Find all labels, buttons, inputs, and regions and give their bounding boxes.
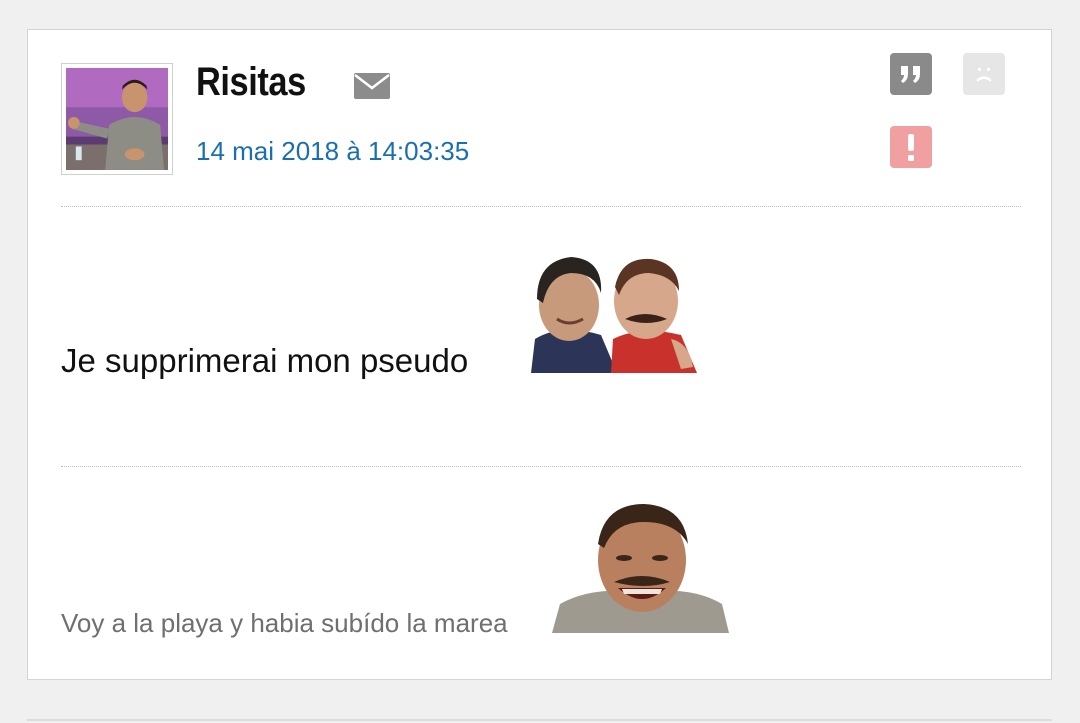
avatar[interactable]: [61, 63, 173, 175]
mail-icon[interactable]: [353, 72, 391, 100]
signature-divider: [61, 466, 1021, 467]
hug-sticker-image: [521, 243, 701, 373]
sad-face-icon: [976, 68, 992, 82]
forum-post-card: Risitas 14 mai 2018 à 14:03:35 Je suppri…: [27, 29, 1052, 680]
bottom-separator: [27, 719, 1052, 721]
avatar-image: [66, 68, 168, 170]
post-message: Je supprimerai mon pseudo: [61, 342, 469, 379]
author-name[interactable]: Risitas: [196, 60, 306, 105]
quote-button[interactable]: [890, 53, 932, 95]
signature-text: Voy a la playa y habia subído la marea: [61, 608, 508, 638]
laughing-sticker-image: [552, 500, 729, 633]
report-button[interactable]: [890, 126, 932, 168]
post-date-link[interactable]: 14 mai 2018 à 14:03:35: [196, 136, 469, 167]
header-divider: [61, 206, 1021, 207]
alert-icon: [908, 134, 914, 161]
sad-face-button[interactable]: [963, 53, 1005, 95]
quote-icon: [901, 66, 920, 83]
